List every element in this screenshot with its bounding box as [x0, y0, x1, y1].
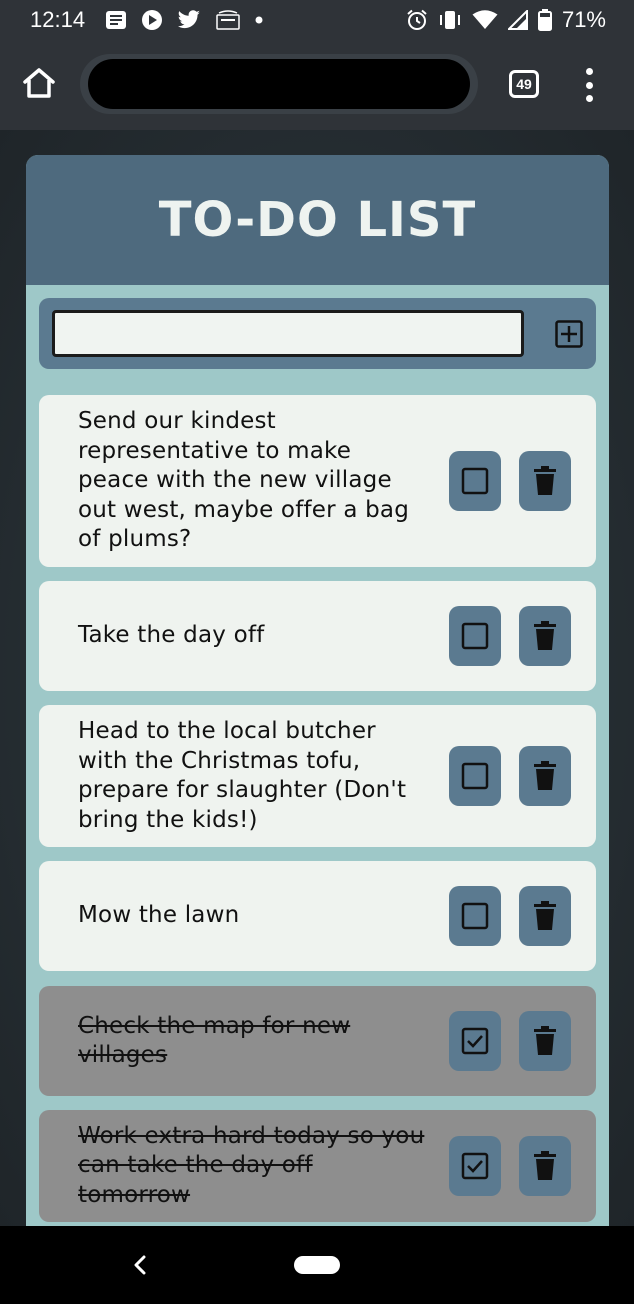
- todo-item: Take the day off: [39, 581, 596, 691]
- checkbox-icon[interactable]: [449, 886, 501, 946]
- more-vert-icon[interactable]: [578, 68, 600, 102]
- vibrate-icon: [438, 10, 462, 30]
- todo-text: Take the day off: [78, 622, 265, 649]
- page-title: TO-DO LIST: [158, 192, 477, 248]
- status-left: 12:14: [30, 7, 277, 33]
- todo-app: TO-DO LIST Send our kindest representati…: [26, 155, 609, 1226]
- todo-text: Check the map for new villages: [78, 1012, 351, 1069]
- home-icon: [23, 68, 55, 98]
- trash-icon[interactable]: [519, 1011, 571, 1071]
- todo-item: Send our kindest representative to make …: [39, 395, 596, 567]
- app-header: TO-DO LIST: [26, 155, 609, 285]
- dot-icon: [255, 16, 263, 24]
- add-todo-button[interactable]: [553, 318, 585, 350]
- play-icon: [141, 9, 163, 31]
- trash-icon[interactable]: [519, 886, 571, 946]
- todo-text: Mow the lawn: [78, 902, 240, 929]
- back-icon[interactable]: [128, 1252, 152, 1278]
- status-bar: 12:14 71%: [0, 0, 634, 40]
- twitter-icon: [177, 10, 201, 30]
- checked-box-icon[interactable]: [449, 1011, 501, 1071]
- home-pill[interactable]: [294, 1256, 340, 1274]
- todo-text: Send our kindest representative to make …: [78, 408, 410, 553]
- trash-icon[interactable]: [519, 1136, 571, 1196]
- todo-input[interactable]: [52, 310, 524, 357]
- checkbox-icon[interactable]: [449, 606, 501, 666]
- checkbox-icon[interactable]: [449, 451, 501, 511]
- todo-text: Work extra hard today so you can take th…: [78, 1122, 425, 1208]
- checked-box-icon[interactable]: [449, 1136, 501, 1196]
- system-nav-bar: [0, 1226, 634, 1304]
- browser-toolbar: 49: [0, 40, 634, 130]
- trash-icon[interactable]: [519, 746, 571, 806]
- todo-item: Check the map for new villages: [39, 986, 596, 1096]
- status-time: 12:14: [30, 7, 86, 32]
- trash-icon[interactable]: [519, 451, 571, 511]
- address-bar[interactable]: [80, 54, 478, 114]
- todo-item: Mow the lawn: [39, 861, 596, 971]
- alarm-icon: [406, 9, 428, 31]
- browser-home-button[interactable]: [20, 64, 58, 102]
- signal-icon: [507, 10, 528, 30]
- news-icon: [105, 10, 127, 30]
- todo-text: Head to the local butcher with the Chris…: [78, 718, 407, 833]
- add-todo-row: [39, 298, 596, 369]
- status-right: 71%: [406, 7, 606, 33]
- wifi-icon: [472, 10, 498, 30]
- battery-percent: 71%: [561, 7, 606, 32]
- trash-icon[interactable]: [519, 606, 571, 666]
- amazon-icon: [215, 9, 241, 31]
- page-viewport: TO-DO LIST Send our kindest representati…: [0, 130, 634, 1226]
- address-bar-redacted: [88, 59, 470, 109]
- plus-square-icon: [555, 320, 583, 348]
- checkbox-icon[interactable]: [449, 746, 501, 806]
- todo-item: Work extra hard today so you can take th…: [39, 1110, 596, 1222]
- tab-switcher-button[interactable]: 49: [509, 70, 539, 98]
- battery-icon: [537, 9, 552, 31]
- todo-item: Head to the local butcher with the Chris…: [39, 705, 596, 847]
